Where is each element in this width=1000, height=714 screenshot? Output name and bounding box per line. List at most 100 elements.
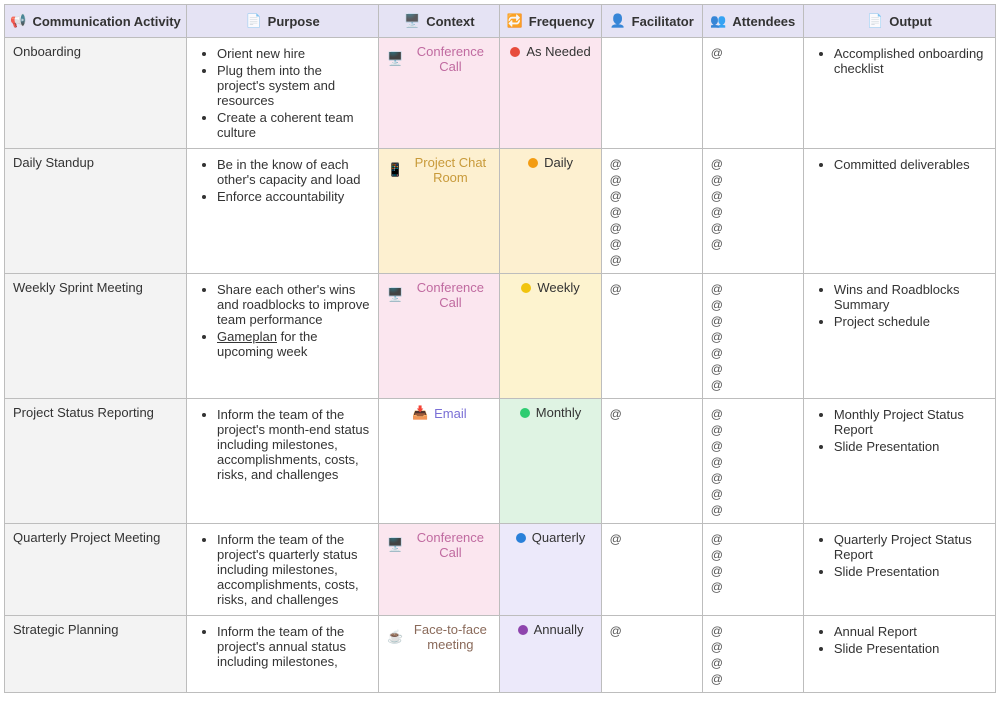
frequency-tag: Daily: [528, 155, 573, 170]
table-row[interactable]: Project Status ReportingInform the team …: [5, 399, 996, 524]
cell-frequency[interactable]: As Needed: [500, 38, 601, 149]
col-context-label: Context: [426, 14, 474, 29]
col-attendees[interactable]: 👥Attendees: [702, 5, 803, 38]
cell-activity[interactable]: Onboarding: [5, 38, 187, 149]
purpose-item: Enforce accountability: [217, 189, 370, 204]
col-frequency[interactable]: 🔁Frequency: [500, 5, 601, 38]
cell-purpose[interactable]: Inform the team of the project's quarter…: [187, 524, 379, 616]
table-row[interactable]: Weekly Sprint Meeting Share each other's …: [5, 274, 996, 399]
output-item: Wins and Roadblocks Summary: [834, 282, 987, 312]
frequency-tag: Annually: [518, 622, 584, 637]
cell-output[interactable]: Accomplished onboarding checklist: [803, 38, 995, 149]
cell-activity[interactable]: Quarterly Project Meeting: [5, 524, 187, 616]
output-item: Committed deliverables: [834, 157, 987, 172]
context-label: Project Chat Room: [409, 155, 491, 185]
cell-facilitator[interactable]: @: [601, 399, 702, 524]
mention-placeholder: @: [711, 314, 795, 328]
cell-output[interactable]: Wins and Roadblocks Summary Project sched…: [803, 274, 995, 399]
mention-placeholder: @: [711, 580, 795, 594]
cell-activity[interactable]: Daily Standup: [5, 149, 187, 274]
col-facilitator-label: Facilitator: [632, 14, 694, 29]
cell-attendees[interactable]: @@@@@@@: [702, 274, 803, 399]
cell-output[interactable]: Annual ReportSlide Presentation: [803, 616, 995, 693]
cell-context[interactable]: 📱Project Chat Room: [379, 149, 500, 274]
col-facilitator[interactable]: 👤Facilitator: [601, 5, 702, 38]
mention-placeholder: @: [610, 157, 694, 171]
purpose-item: Share each other's wins and roadblocks t…: [217, 282, 370, 327]
table-header-row: 📢Communication Activity 📄Purpose 🖥️Conte…: [5, 5, 996, 38]
mention-placeholder: @: [711, 157, 795, 171]
table-row[interactable]: Quarterly Project MeetingInform the team…: [5, 524, 996, 616]
cell-context[interactable]: 🖥️Conference Call: [379, 38, 500, 149]
purpose-item: Be in the know of each other's capacity …: [217, 157, 370, 187]
table-row[interactable]: Daily Standup Be in the know of each othe…: [5, 149, 996, 274]
cell-attendees[interactable]: @@@@@@@: [702, 399, 803, 524]
cell-facilitator[interactable]: @: [601, 524, 702, 616]
cell-facilitator[interactable]: [601, 38, 702, 149]
output-item: Project schedule: [834, 314, 987, 329]
mention-placeholder: @: [610, 205, 694, 219]
mention-placeholder: @: [610, 253, 694, 267]
cell-frequency[interactable]: Quarterly: [500, 524, 601, 616]
col-activity[interactable]: 📢Communication Activity: [5, 5, 187, 38]
cell-purpose[interactable]: Orient new hirePlug them into the projec…: [187, 38, 379, 149]
frequency-label: As Needed: [526, 44, 590, 59]
mention-placeholder: @: [711, 378, 795, 392]
mention-placeholder: @: [711, 282, 795, 296]
cell-attendees[interactable]: @@@@: [702, 616, 803, 693]
output-item: Slide Presentation: [834, 564, 987, 579]
cell-purpose[interactable]: Inform the team of the project's month-e…: [187, 399, 379, 524]
cell-attendees[interactable]: @: [702, 38, 803, 149]
cell-attendees[interactable]: @@@@: [702, 524, 803, 616]
cell-output[interactable]: Monthly Project Status ReportSlide Prese…: [803, 399, 995, 524]
col-context[interactable]: 🖥️Context: [379, 5, 500, 38]
context-tag: 📱Project Chat Room: [387, 155, 491, 185]
col-output[interactable]: 📄Output: [803, 5, 995, 38]
cell-frequency[interactable]: Daily: [500, 149, 601, 274]
mention-placeholder: @: [610, 189, 694, 203]
cell-attendees[interactable]: @@@@@@: [702, 149, 803, 274]
cell-activity[interactable]: Project Status Reporting: [5, 399, 187, 524]
mention-placeholder: @: [711, 471, 795, 485]
mention-placeholder: @: [711, 346, 795, 360]
cell-facilitator[interactable]: @@@@@@@: [601, 149, 702, 274]
cell-frequency[interactable]: Weekly: [500, 274, 601, 399]
frequency-label: Monthly: [536, 405, 582, 420]
mention-placeholder: @: [711, 221, 795, 235]
context-tag: 🖥️Conference Call: [387, 280, 491, 310]
mention-placeholder: @: [610, 407, 694, 421]
cell-purpose[interactable]: Be in the know of each other's capacity …: [187, 149, 379, 274]
cell-facilitator[interactable]: @: [601, 274, 702, 399]
cell-output[interactable]: Quarterly Project Status ReportSlide Pre…: [803, 524, 995, 616]
mention-placeholder: @: [711, 46, 795, 60]
cell-activity[interactable]: Weekly Sprint Meeting: [5, 274, 187, 399]
cell-context[interactable]: 📥Email: [379, 399, 500, 524]
mention-placeholder: @: [610, 221, 694, 235]
cell-frequency[interactable]: Monthly: [500, 399, 601, 524]
cell-purpose[interactable]: Share each other's wins and roadblocks t…: [187, 274, 379, 399]
table-row[interactable]: Strategic PlanningInform the team of the…: [5, 616, 996, 693]
frequency-dot-icon: [518, 625, 528, 635]
cell-context[interactable]: 🖥️Conference Call: [379, 274, 500, 399]
mention-placeholder: @: [711, 173, 795, 187]
frequency-dot-icon: [521, 283, 531, 293]
cell-output[interactable]: Committed deliverables: [803, 149, 995, 274]
cell-facilitator[interactable]: @: [601, 616, 702, 693]
mention-placeholder: @: [711, 298, 795, 312]
output-item: Accomplished onboarding checklist: [834, 46, 987, 76]
conference_call-icon: 🖥️: [387, 537, 403, 553]
mention-placeholder: @: [610, 237, 694, 251]
purpose-item: Plug them into the project's system and …: [217, 63, 370, 108]
table-row[interactable]: OnboardingOrient new hirePlug them into …: [5, 38, 996, 149]
mention-placeholder: @: [711, 656, 795, 670]
mention-placeholder: @: [711, 487, 795, 501]
col-purpose[interactable]: 📄Purpose: [187, 5, 379, 38]
context-tag: ☕Face-to-face meeting: [387, 622, 491, 652]
cell-context[interactable]: ☕Face-to-face meeting: [379, 616, 500, 693]
output-item: Slide Presentation: [834, 439, 987, 454]
cell-activity[interactable]: Strategic Planning: [5, 616, 187, 693]
cell-context[interactable]: 🖥️Conference Call: [379, 524, 500, 616]
cell-purpose[interactable]: Inform the team of the project's annual …: [187, 616, 379, 693]
frequency-tag: Weekly: [521, 280, 579, 295]
cell-frequency[interactable]: Annually: [500, 616, 601, 693]
